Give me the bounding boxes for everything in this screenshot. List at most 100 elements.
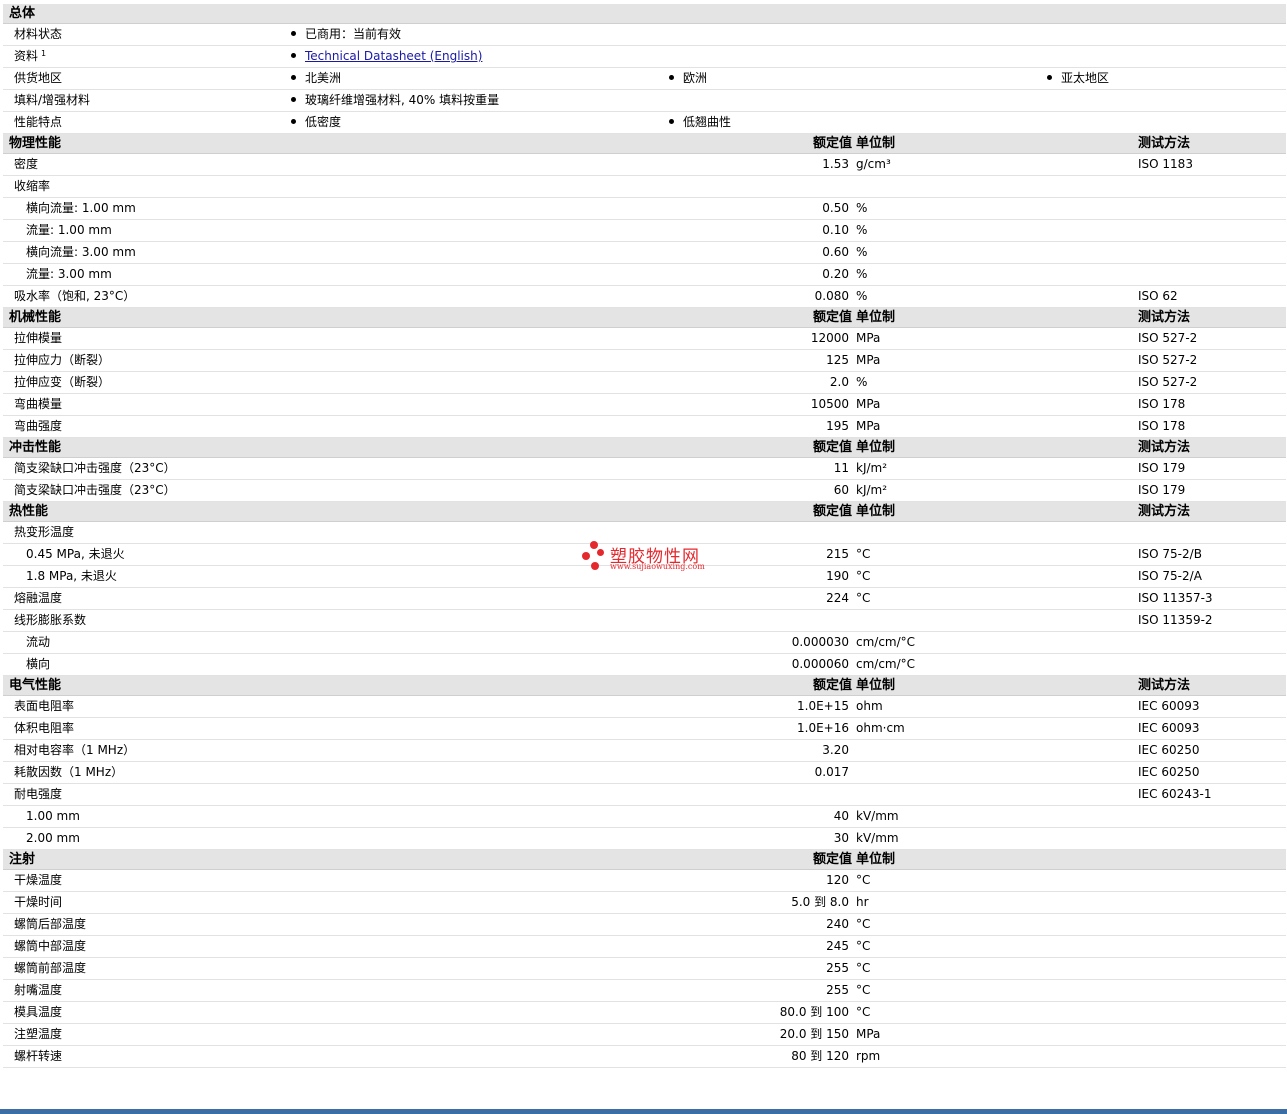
property-row: 干燥温度 120 °C [3, 870, 1286, 892]
property-unit: hr [856, 895, 869, 909]
section-title: 热性能 [9, 504, 49, 519]
technical-datasheet-link[interactable]: Technical Datasheet (English) [305, 49, 482, 63]
property-label: 1.8 MPa, 未退火 [26, 569, 117, 583]
property-unit: MPa [856, 331, 881, 345]
column-header-method: 测试方法 [1138, 440, 1191, 455]
property-value: 10500 [810, 397, 849, 411]
property-label: 简支梁缺口冲击强度（23°C） [14, 483, 176, 497]
section-title: 机械性能 [9, 310, 62, 325]
property-unit: % [856, 223, 868, 237]
logo-dot-icon [597, 549, 604, 556]
property-unit: kV/mm [856, 809, 899, 823]
property-row: 横向流量: 1.00 mm 0.50% [3, 198, 1286, 220]
property-row: 流动 0.000030 cm/cm/°C [3, 632, 1286, 654]
test-method: ISO 11359-2 [1138, 613, 1213, 627]
property-row: 2.00 mm 30 kV/mm [3, 828, 1286, 850]
property-unit: MPa [856, 419, 881, 433]
column-header-unit: 单位制 [856, 852, 896, 867]
property-row: 拉伸应力（断裂） 125 MPa ISO 527-2 [3, 350, 1286, 372]
property-row: 简支梁缺口冲击强度（23°C） 11 kJ/m² ISO 179 [3, 458, 1286, 480]
property-label: 吸水率（饱和, 23°C） [14, 289, 136, 303]
property-unit: °C [856, 917, 871, 931]
property-row: 吸水率（饱和, 23°C） 0.080% ISO 62 [3, 286, 1286, 308]
property-label: 热变形温度 [14, 525, 75, 539]
test-method: ISO 75-2/B [1138, 547, 1202, 561]
property-row: 弯曲强度 195 MPa ISO 178 [3, 416, 1286, 438]
section-title: 电气性能 [9, 678, 62, 693]
property-label: 流动 [26, 635, 51, 649]
general-row-docs: 资料 1 Technical Datasheet (English) [3, 46, 1286, 68]
property-label: 相对电容率（1 MHz） [14, 743, 136, 757]
bullet-item: 亚太地区 [1047, 68, 1109, 89]
bullet-icon [291, 31, 296, 36]
bottom-scroll-edge [0, 1109, 1287, 1114]
logo-dot-icon [590, 541, 598, 549]
property-row: 耐电强度 IEC 60243-1 [3, 784, 1286, 806]
column-header-unit: 单位制 [856, 440, 896, 455]
section-title: 冲击性能 [9, 440, 62, 455]
column-header-value: 额定值 [812, 504, 852, 519]
bullet-icon [669, 75, 674, 80]
property-value: 0.000030 [791, 635, 849, 649]
row-label: 资料 1 [14, 49, 47, 63]
general-row-features: 性能特点 低密度 低翘曲性 [3, 112, 1286, 134]
property-row: 耗散因数（1 MHz） 0.017 IEC 60250 [3, 762, 1286, 784]
test-method: ISO 527-2 [1138, 331, 1198, 345]
column-header-method: 测试方法 [1138, 678, 1191, 693]
property-label: 注塑温度 [14, 1027, 63, 1041]
property-value: 80 到 120 [791, 1049, 849, 1063]
property-unit: % [856, 245, 868, 259]
general-row-regions: 供货地区 北美洲 欧洲 亚太地区 [3, 68, 1286, 90]
section-header: 冲击性能 额定值 单位制 测试方法 [3, 438, 1286, 458]
logo-dot-icon [591, 562, 599, 570]
property-label: 流量: 1.00 mm [26, 223, 112, 237]
property-value: 12000 [810, 331, 849, 345]
property-value: 240 [826, 917, 849, 931]
property-value: 245 [826, 939, 849, 953]
property-unit: ohm [856, 699, 883, 713]
property-row: 简支梁缺口冲击强度（23°C） 60 kJ/m² ISO 179 [3, 480, 1286, 502]
property-sections: 物理性能 额定值 单位制 测试方法 密度 1.53 g/cm³ ISO 1183 收缩率 横向流量… [3, 134, 1286, 1068]
property-label: 拉伸模量 [14, 331, 63, 345]
property-value: 255 [826, 983, 849, 997]
property-value: 1.0E+15 [797, 699, 849, 713]
bullet-item: Technical Datasheet (English) [291, 46, 482, 67]
property-label: 横向流量: 1.00 mm [26, 201, 136, 215]
property-unit: cm/cm/°C [856, 657, 916, 671]
property-row: 1.00 mm 40 kV/mm [3, 806, 1286, 828]
row-label: 供货地区 [14, 71, 63, 85]
property-unit: °C [856, 591, 871, 605]
property-row: 相对电容率（1 MHz） 3.20 IEC 60250 [3, 740, 1286, 762]
section-title: 注射 [9, 852, 36, 867]
bullet-icon [291, 53, 296, 58]
test-method: ISO 178 [1138, 419, 1186, 433]
bullet-item: 低密度 [291, 112, 341, 133]
bullet-icon [291, 75, 296, 80]
property-unit: °C [856, 1005, 871, 1019]
bullet-item: 玻璃纤维增强材料, 40% 填料按重量 [291, 90, 499, 111]
property-label: 0.45 MPa, 未退火 [26, 547, 125, 561]
property-value: 60 [833, 483, 849, 497]
property-label: 模具温度 [14, 1005, 63, 1019]
property-value: 0.017 [814, 765, 849, 779]
property-value: 40 [833, 809, 849, 823]
logo-dot-icon [582, 552, 590, 560]
test-method: ISO 178 [1138, 397, 1186, 411]
column-header-value: 额定值 [812, 136, 852, 151]
property-value: 3.20 [822, 743, 849, 757]
row-label: 性能特点 [14, 115, 63, 129]
column-header-value: 额定值 [812, 310, 852, 325]
property-row: 射嘴温度 255 °C [3, 980, 1286, 1002]
property-label: 简支梁缺口冲击强度（23°C） [14, 461, 176, 475]
property-label: 2.00 mm [26, 831, 80, 845]
bullet-item: 已商用：当前有效 [291, 24, 401, 45]
watermark-logo: 塑胶物性网 www.sujiaowuxing.com [580, 540, 720, 576]
property-label: 横向 [26, 657, 51, 671]
section-title: 物理性能 [9, 136, 62, 151]
section-header: 机械性能 额定值 单位制 测试方法 [3, 308, 1286, 328]
property-label: 螺筒后部温度 [14, 917, 87, 931]
property-unit: g/cm³ [856, 157, 891, 171]
property-row: 干燥时间 5.0 到 8.0 hr [3, 892, 1286, 914]
property-label: 耗散因数（1 MHz） [14, 765, 124, 779]
column-header-unit: 单位制 [856, 678, 896, 693]
